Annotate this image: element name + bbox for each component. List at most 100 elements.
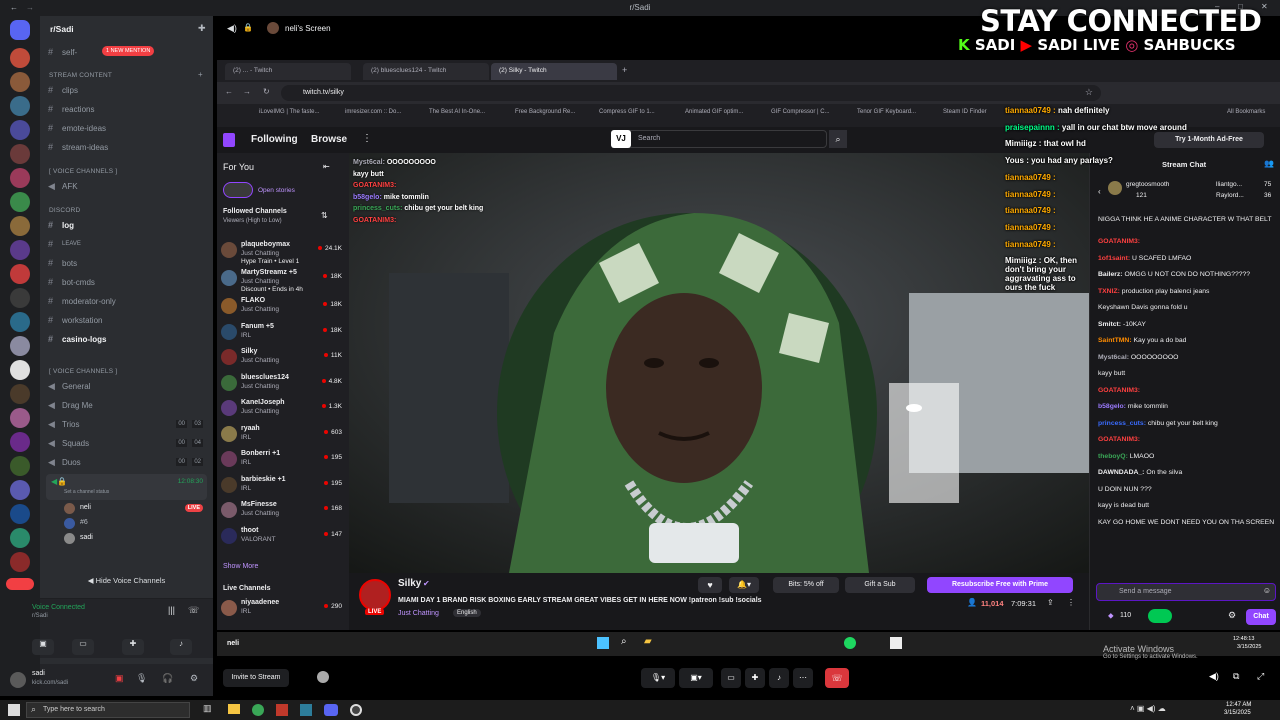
chat-user[interactable]: Myst6cal: bbox=[1098, 354, 1129, 361]
bookmark[interactable]: Steam ID Finder bbox=[943, 109, 987, 115]
more-options-icon[interactable]: ⋮ bbox=[1067, 598, 1075, 607]
chat-user[interactable]: Bailerz: bbox=[1098, 271, 1123, 278]
twitch-logo-icon[interactable] bbox=[223, 133, 235, 147]
more-button[interactable]: ⋯ bbox=[793, 668, 813, 688]
server-icon[interactable] bbox=[10, 216, 30, 236]
category-stream-content[interactable]: Stream Content bbox=[49, 72, 112, 79]
share-icon[interactable]: ⇪ bbox=[1047, 598, 1054, 607]
channel-status[interactable]: Set a channel status bbox=[64, 489, 109, 495]
server-icon[interactable] bbox=[10, 240, 30, 260]
server-icon[interactable] bbox=[10, 552, 30, 572]
channel-bots[interactable]: # bots bbox=[48, 255, 205, 271]
server-icon[interactable] bbox=[10, 384, 30, 404]
sort-label[interactable]: Viewers (High to Low) bbox=[223, 218, 282, 224]
channel-clips[interactable]: # clips bbox=[48, 82, 205, 98]
noise-icon[interactable]: ||| bbox=[168, 605, 175, 615]
voice-connected-label[interactable]: Voice Connected bbox=[32, 604, 85, 611]
channel-stream-ideas[interactable]: # stream-ideas bbox=[48, 139, 205, 155]
forward-icon[interactable]: → bbox=[243, 87, 251, 96]
server-icon[interactable] bbox=[10, 408, 30, 428]
voice-channel-general[interactable]: ◀ General bbox=[48, 378, 205, 394]
active-voice-channel[interactable]: ◀🔒 12:08:30 Set a channel status bbox=[46, 474, 207, 500]
voice-channel-afk[interactable]: ◀ AFK bbox=[48, 178, 205, 194]
browser-tab[interactable]: (2) ... - Twitch bbox=[225, 63, 351, 80]
voice-channel-duos[interactable]: ◀ Duos 00 02 bbox=[48, 454, 205, 470]
server-icon[interactable] bbox=[10, 288, 30, 308]
close-icon[interactable]: ✕ bbox=[1261, 2, 1268, 11]
chat-settings-icon[interactable]: ⚙ bbox=[1228, 610, 1236, 621]
mic-toggle-button[interactable]: 🎙▾ bbox=[641, 668, 675, 688]
gift-sub-button[interactable]: Gift a Sub bbox=[845, 577, 915, 593]
tray-icons[interactable]: ˄ ▣ ◀) ☁ bbox=[1130, 704, 1166, 713]
soundboard-button[interactable]: ♪ bbox=[769, 668, 789, 688]
app-icon[interactable] bbox=[300, 704, 312, 716]
taskbar-search[interactable]: ⌕ Type here to search bbox=[26, 702, 190, 718]
live-channel-item[interactable]: niyaadenee IRL 290 bbox=[221, 597, 344, 622]
followed-channel[interactable]: Silky Just Chatting 11K bbox=[221, 346, 344, 371]
user-avatar[interactable] bbox=[10, 672, 26, 688]
voice-channel-squads[interactable]: ◀ Squads 00 04 bbox=[48, 435, 205, 451]
bits-button[interactable]: Bits: 5% off bbox=[773, 577, 839, 593]
bonus-icon[interactable] bbox=[1148, 609, 1172, 623]
discord-icon[interactable] bbox=[324, 704, 338, 716]
channel-log[interactable]: # log bbox=[48, 217, 205, 233]
notification-bell-button[interactable]: 🔔▾ bbox=[729, 577, 759, 593]
followed-channel[interactable]: bluesclues124 Just Chatting 4.8K bbox=[221, 372, 344, 397]
show-more[interactable]: Show More bbox=[223, 563, 258, 570]
chat-user[interactable]: TXNIZ: bbox=[1098, 288, 1120, 295]
channel-workstation[interactable]: # workstation bbox=[48, 312, 205, 328]
back-arrow-icon[interactable]: ← bbox=[10, 3, 18, 12]
add-friend-icon[interactable]: ✚ bbox=[198, 23, 206, 34]
server-icon[interactable] bbox=[10, 120, 30, 140]
volume-icon[interactable]: ◀) bbox=[227, 23, 237, 34]
popout-icon[interactable]: ⧉ bbox=[1233, 671, 1239, 682]
chat-user[interactable]: DAWNDADA_: bbox=[1098, 469, 1144, 476]
server-icon[interactable] bbox=[10, 48, 30, 68]
bookmark[interactable]: iLoveIMG | The faste... bbox=[259, 109, 319, 115]
nav-following[interactable]: Following bbox=[251, 134, 298, 145]
bookmark[interactable]: imresizer.com :: Do... bbox=[345, 109, 401, 115]
server-header[interactable]: r/Sadi bbox=[50, 24, 74, 34]
followed-channel[interactable]: MartyStreamz +5 Just Chatting 18K Discount … bbox=[221, 267, 344, 293]
chat-user[interactable]: princess_cuts: bbox=[1098, 420, 1146, 427]
server-icon[interactable] bbox=[10, 480, 30, 500]
chat-send-button[interactable]: Chat bbox=[1246, 609, 1276, 625]
stories-avatar[interactable] bbox=[223, 182, 253, 198]
channel-casino-logs[interactable]: # casino-logs bbox=[48, 331, 205, 347]
channel-leave[interactable]: # LEAVE bbox=[48, 236, 205, 252]
sort-icon[interactable]: ⇅ bbox=[321, 211, 328, 220]
mention-badge[interactable]: 1 NEW MENTION bbox=[102, 46, 155, 56]
fullscreen-icon[interactable]: ⤢ bbox=[1257, 671, 1264, 682]
microphone-icon[interactable]: 🎙 bbox=[136, 673, 147, 684]
server-icon[interactable] bbox=[10, 432, 30, 452]
streamer-avatar[interactable] bbox=[359, 579, 391, 611]
chat-user[interactable]: SaintTMN: bbox=[1098, 337, 1132, 344]
chat-user[interactable]: Smitct: bbox=[1098, 321, 1121, 328]
forward-arrow-icon[interactable]: → bbox=[26, 3, 34, 12]
stream-category[interactable]: Just Chatting bbox=[398, 610, 439, 617]
server-icon[interactable] bbox=[10, 360, 30, 380]
voice-member[interactable]: sadi bbox=[64, 532, 207, 546]
category-discord[interactable]: Discord bbox=[49, 207, 80, 214]
obs-icon[interactable] bbox=[350, 704, 362, 716]
voice-member[interactable]: #6 bbox=[64, 517, 207, 531]
discord-home-icon[interactable] bbox=[10, 20, 30, 40]
chrome-icon[interactable] bbox=[252, 704, 264, 716]
channel-moderator-only[interactable]: # moderator-only bbox=[48, 293, 205, 309]
ad-free-button[interactable]: Try 1-Month Ad-Free bbox=[1154, 132, 1264, 148]
users-icon[interactable]: 👥 bbox=[1264, 159, 1274, 168]
reload-icon[interactable]: ↻ bbox=[263, 87, 270, 96]
bookmark[interactable]: Animated GIF optim... bbox=[685, 109, 743, 115]
share-screen-button[interactable]: ▭ bbox=[72, 639, 94, 655]
disconnect-icon[interactable]: ☏ bbox=[188, 605, 199, 616]
browser-tab[interactable]: (2) bluesclues124 - Twitch bbox=[363, 63, 489, 80]
followed-channel[interactable]: thoot VALORANT 147 bbox=[221, 525, 344, 550]
new-badge[interactable] bbox=[6, 578, 34, 590]
bookmark[interactable]: Free Background Re... bbox=[515, 109, 575, 115]
voice-member[interactable]: neli LIVE bbox=[64, 502, 207, 516]
server-icon[interactable] bbox=[10, 528, 30, 548]
chat-user[interactable]: GOATANIM3: bbox=[1098, 387, 1140, 394]
chat-input[interactable]: Send a message ☺ bbox=[1096, 583, 1276, 601]
activities-button[interactable]: ✚ bbox=[122, 639, 144, 655]
followed-channel[interactable]: barbieskie +1 IRL 195 bbox=[221, 474, 344, 499]
